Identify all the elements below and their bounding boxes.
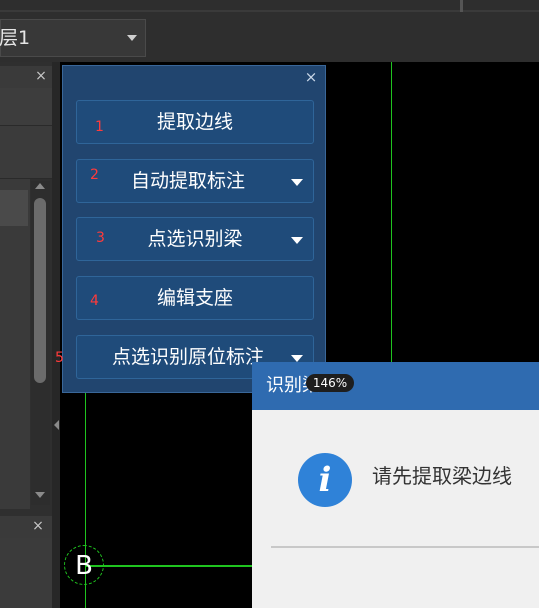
button-label: 提取边线 [156, 111, 233, 133]
list-item[interactable] [0, 190, 28, 226]
close-icon[interactable]: × [303, 68, 319, 86]
toolbar-divider [0, 10, 539, 12]
floor-select-value: 层1 [0, 27, 31, 49]
close-icon[interactable]: × [33, 66, 49, 86]
left-panel-row[interactable] [0, 126, 56, 179]
axis-label: B [75, 551, 93, 581]
left-panel-list [0, 179, 30, 509]
panel-splitter[interactable] [52, 62, 60, 608]
scroll-down-icon[interactable] [35, 492, 45, 498]
close-icon[interactable]: × [30, 516, 46, 536]
extract-edge-button[interactable]: 提取边线 [76, 100, 314, 144]
dialog-divider [271, 546, 539, 548]
chevron-down-icon[interactable] [291, 179, 303, 186]
left-panel-row[interactable] [0, 538, 56, 608]
button-label: 编辑支座 [156, 287, 233, 309]
auto-extract-annotation-button[interactable]: 自动提取标注 [76, 159, 314, 203]
dialog-message: 请先提取梁边线 [372, 464, 512, 488]
step-number: 3 [96, 230, 105, 246]
zoom-badge: 146% [306, 374, 354, 392]
left-panel-row[interactable] [0, 88, 56, 126]
info-icon: i [298, 453, 352, 507]
step-number: 4 [90, 293, 99, 309]
scroll-up-icon[interactable] [35, 183, 45, 189]
chevron-down-icon[interactable] [291, 355, 303, 362]
scrollbar-thumb[interactable] [34, 198, 46, 383]
step-number: 5 [55, 350, 64, 366]
floor-select[interactable]: 层1 [0, 19, 146, 57]
chevron-down-icon[interactable] [291, 237, 303, 244]
grid-line [85, 565, 252, 567]
toolbar-separator [460, 0, 463, 12]
button-label: 自动提取标注 [130, 170, 245, 192]
chevron-down-icon[interactable] [127, 35, 137, 41]
collapse-arrow-icon[interactable] [54, 420, 59, 430]
step-number: 1 [95, 119, 104, 135]
edit-support-button[interactable]: 编辑支座 [76, 276, 314, 320]
pick-identify-beam-button[interactable]: 点选识别梁 [76, 217, 314, 261]
button-label: 点选识别梁 [147, 228, 243, 250]
left-panel-header-2 [0, 516, 56, 538]
grid-line [391, 62, 392, 364]
step-number: 2 [90, 167, 99, 183]
button-label: 点选识别原位标注 [111, 346, 264, 368]
